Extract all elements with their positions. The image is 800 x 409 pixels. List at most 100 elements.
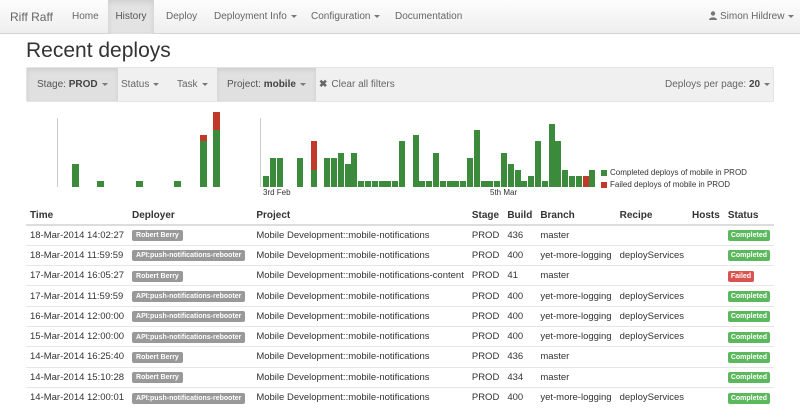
bar-failed[interactable] bbox=[582, 175, 589, 187]
bar-completed[interactable] bbox=[365, 181, 371, 187]
bar-completed[interactable] bbox=[385, 181, 392, 187]
bar-completed[interactable] bbox=[562, 169, 569, 187]
user-menu[interactable]: Simon Hildrew bbox=[709, 0, 795, 34]
bar-completed[interactable] bbox=[419, 181, 426, 187]
bar-completed[interactable] bbox=[269, 158, 276, 187]
project-name: Mobile Development::mobile-notifications bbox=[252, 325, 468, 347]
bar-failed[interactable] bbox=[310, 141, 317, 170]
bar-completed[interactable] bbox=[480, 181, 487, 187]
bar-failed[interactable] bbox=[212, 112, 220, 130]
bar-completed[interactable] bbox=[473, 129, 480, 187]
bar-completed[interactable] bbox=[358, 181, 365, 187]
bar-completed[interactable] bbox=[263, 175, 269, 187]
nav-home[interactable]: Home bbox=[72, 0, 99, 34]
nav-deployment-info[interactable]: Deployment Info bbox=[214, 0, 297, 34]
status-badge[interactable]: Completed bbox=[727, 372, 770, 384]
deploy-time[interactable]: 17-Mar-2014 16:05:27 bbox=[26, 265, 129, 286]
table-row[interactable]: 15-Mar-2014 12:00:00 API:push-notificatio… bbox=[26, 325, 774, 347]
bar-completed[interactable] bbox=[494, 181, 501, 187]
legend-item-failed[interactable]: Failed deploys of mobile in PROD bbox=[601, 179, 747, 191]
bar-completed[interactable] bbox=[541, 181, 548, 187]
per-page-select[interactable]: Deploys per page: 20 bbox=[665, 68, 771, 101]
status-badge[interactable]: Completed bbox=[727, 291, 770, 303]
bar-completed[interactable] bbox=[412, 135, 419, 187]
bar-completed[interactable] bbox=[371, 181, 378, 187]
bar-completed[interactable] bbox=[310, 169, 317, 187]
bar-completed[interactable] bbox=[589, 169, 596, 187]
bar-completed[interactable] bbox=[212, 129, 220, 187]
bar-completed[interactable] bbox=[199, 141, 207, 187]
table-row[interactable]: 17-Mar-2014 16:05:27 Robert Berry Mobile D… bbox=[26, 265, 774, 286]
bar-completed[interactable] bbox=[337, 152, 344, 187]
bar-completed[interactable] bbox=[460, 181, 467, 187]
deploy-time[interactable]: 18-Mar-2014 14:02:27 bbox=[26, 224, 129, 246]
bar-completed[interactable] bbox=[575, 175, 582, 187]
table-row[interactable]: 18-Mar-2014 11:59:59 API:push-notificatio… bbox=[26, 244, 774, 266]
bar-completed[interactable] bbox=[344, 164, 351, 187]
status-filter[interactable]: Status bbox=[121, 68, 160, 101]
bar-completed[interactable] bbox=[555, 141, 562, 187]
bar-completed[interactable] bbox=[331, 158, 337, 187]
bar-completed[interactable] bbox=[399, 141, 405, 187]
nav-configuration[interactable]: Configuration bbox=[311, 0, 381, 34]
bar-completed[interactable] bbox=[71, 164, 79, 187]
table-row[interactable]: 18-Mar-2014 14:02:27 Robert Berry Mobile D… bbox=[26, 224, 774, 246]
table-row[interactable]: 14-Mar-2014 12:00:01 API:push-notificatio… bbox=[26, 386, 774, 408]
bar-completed[interactable] bbox=[548, 123, 555, 187]
bar-completed[interactable] bbox=[297, 158, 303, 187]
bar-completed[interactable] bbox=[446, 181, 453, 187]
bar-completed[interactable] bbox=[528, 175, 535, 187]
table-row[interactable]: 16-Mar-2014 12:00:00 API:push-notificatio… bbox=[26, 305, 774, 327]
deploy-time[interactable]: 14-Mar-2014 16:25:40 bbox=[26, 346, 129, 368]
hosts-value bbox=[688, 244, 724, 266]
status-badge[interactable]: Completed bbox=[727, 392, 770, 404]
bar-completed[interactable] bbox=[569, 175, 575, 187]
bar-failed[interactable] bbox=[199, 135, 207, 141]
bar-completed[interactable] bbox=[378, 181, 385, 187]
bar-completed[interactable] bbox=[433, 152, 439, 187]
deploy-time[interactable]: 14-Mar-2014 12:00:01 bbox=[26, 386, 129, 408]
bar-completed[interactable] bbox=[467, 158, 473, 187]
status-badge[interactable]: Completed bbox=[727, 230, 770, 242]
deploy-time[interactable]: 16-Mar-2014 12:00:00 bbox=[26, 305, 129, 327]
brand-logo[interactable]: Riff Raff bbox=[10, 0, 53, 34]
status-badge[interactable]: Completed bbox=[727, 351, 770, 363]
deploy-time[interactable]: 17-Mar-2014 11:59:59 bbox=[26, 285, 129, 307]
build-number: 400 bbox=[503, 305, 537, 327]
bar-completed[interactable] bbox=[351, 152, 358, 187]
status-badge[interactable]: Completed bbox=[727, 311, 770, 323]
legend-item-completed[interactable]: Completed deploys of mobile in PROD bbox=[601, 167, 747, 179]
bar-completed[interactable] bbox=[507, 164, 514, 187]
bar-completed[interactable] bbox=[514, 169, 521, 187]
bar-completed[interactable] bbox=[135, 181, 143, 187]
table-row[interactable]: 14-Mar-2014 16:25:40 Robert Berry Mobile D… bbox=[26, 346, 774, 368]
bar-completed[interactable] bbox=[535, 141, 541, 187]
bar-completed[interactable] bbox=[324, 158, 331, 187]
bar-completed[interactable] bbox=[392, 181, 399, 187]
status-badge[interactable]: Failed bbox=[727, 270, 755, 282]
bar-completed[interactable] bbox=[439, 181, 446, 187]
status-badge[interactable]: Completed bbox=[727, 250, 770, 262]
bar-completed[interactable] bbox=[426, 181, 433, 187]
stage-value: PROD bbox=[467, 305, 504, 327]
nav-deploy[interactable]: Deploy bbox=[166, 0, 197, 34]
bar-completed[interactable] bbox=[453, 181, 460, 187]
bar-completed[interactable] bbox=[487, 181, 494, 187]
task-filter[interactable]: Task bbox=[177, 68, 208, 101]
status-badge[interactable]: Completed bbox=[727, 331, 770, 343]
table-row[interactable]: 14-Mar-2014 15:10:28 Robert Berry Mobile D… bbox=[26, 366, 774, 388]
project-filter[interactable]: Project: mobile bbox=[217, 68, 316, 101]
bar-completed[interactable] bbox=[501, 152, 507, 187]
nav-documentation[interactable]: Documentation bbox=[395, 0, 462, 34]
deploy-time[interactable]: 14-Mar-2014 15:10:28 bbox=[26, 366, 129, 388]
nav-history[interactable]: History bbox=[108, 0, 154, 34]
deploy-time[interactable]: 18-Mar-2014 11:59:59 bbox=[26, 244, 129, 266]
stage-filter[interactable]: Stage: PROD bbox=[27, 68, 118, 101]
bar-completed[interactable] bbox=[521, 181, 528, 187]
bar-completed[interactable] bbox=[174, 181, 182, 187]
bar-completed[interactable] bbox=[97, 181, 105, 187]
bar-completed[interactable] bbox=[276, 158, 283, 187]
table-row[interactable]: 17-Mar-2014 11:59:59 API:push-notificatio… bbox=[26, 285, 774, 307]
deploy-time[interactable]: 15-Mar-2014 12:00:00 bbox=[26, 325, 129, 347]
clear-filters-button[interactable]: ✖ Clear all filters bbox=[319, 68, 395, 101]
